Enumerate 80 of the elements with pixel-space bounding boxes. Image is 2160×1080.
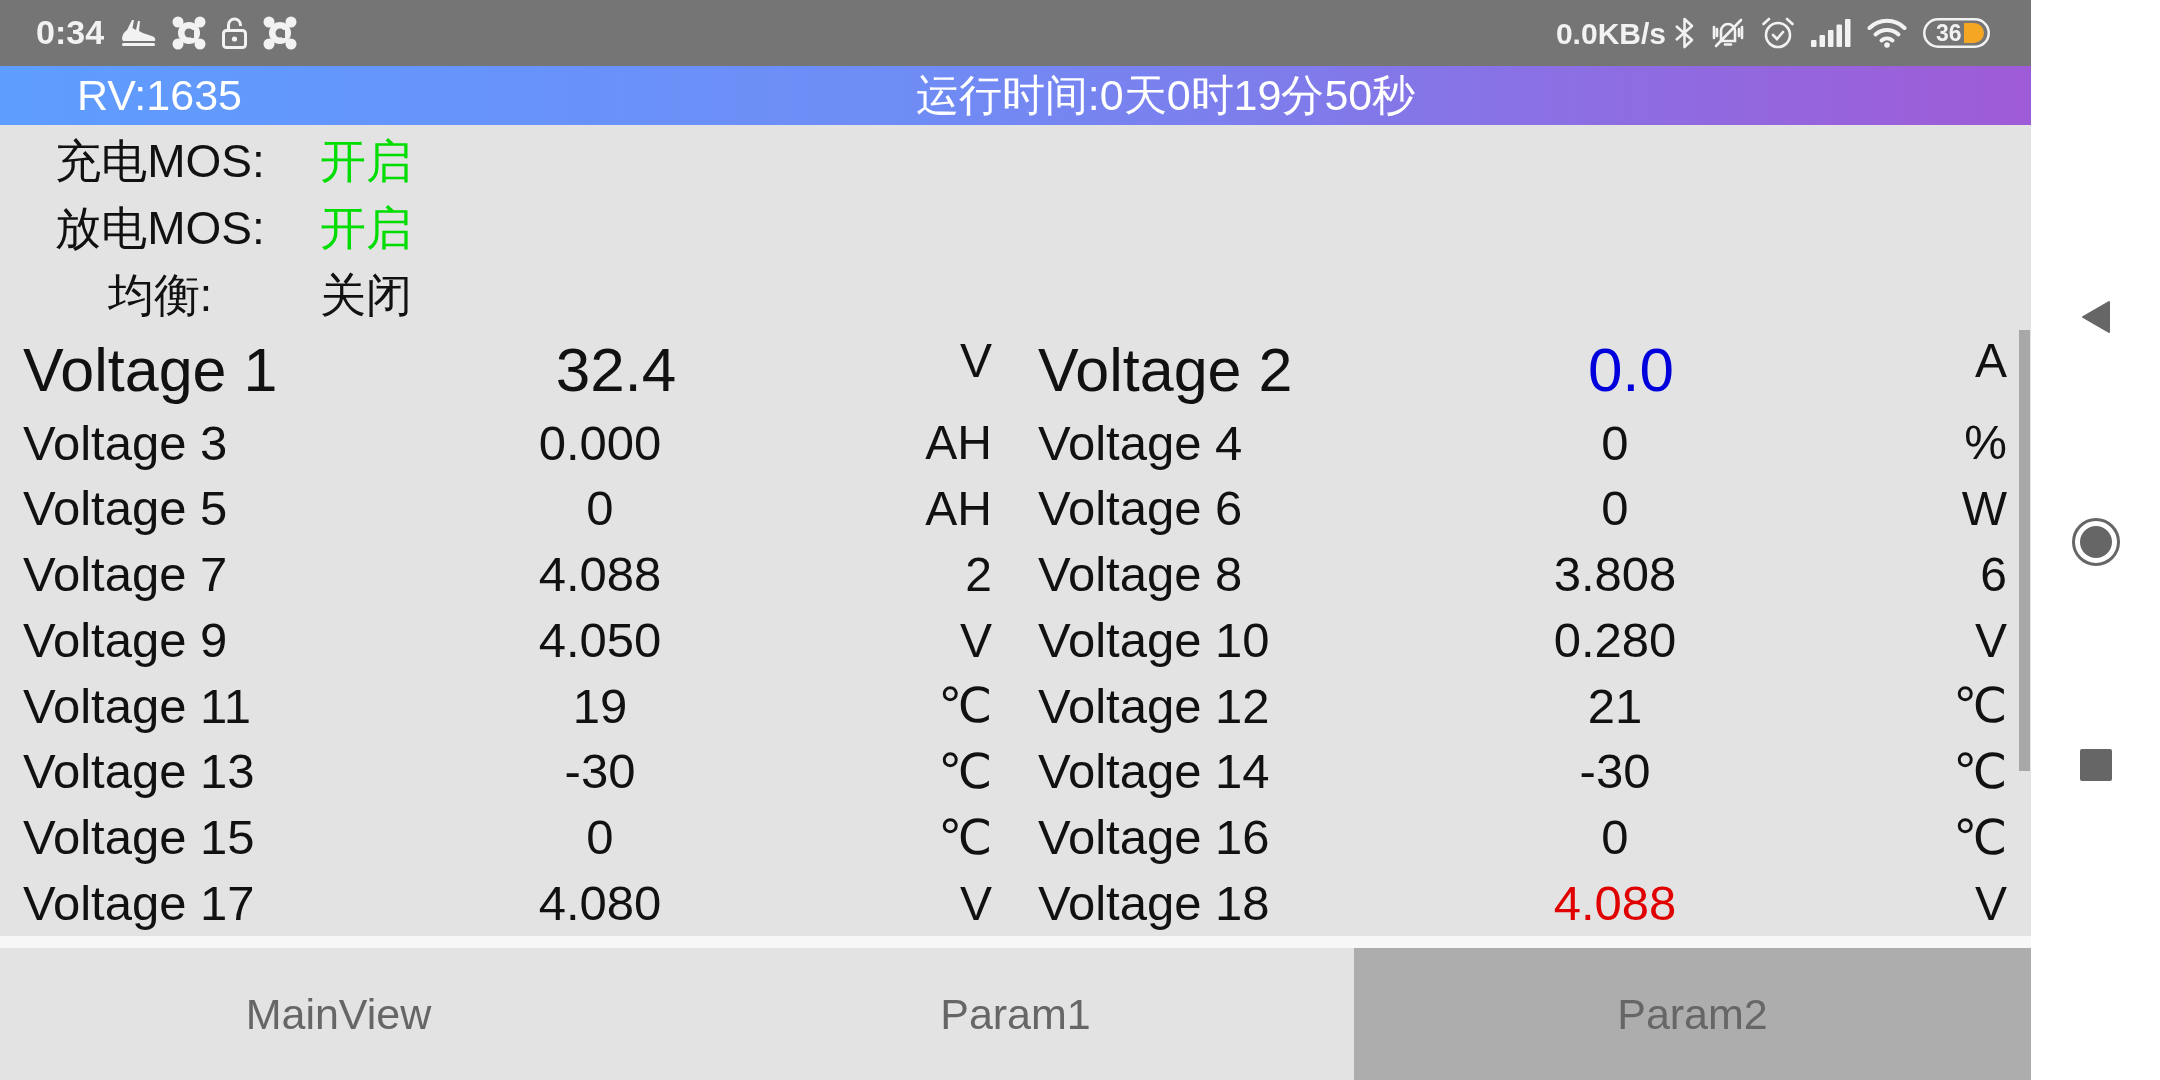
status-label: 充电MOS: [55, 135, 265, 188]
status-value: 关闭 [320, 269, 412, 322]
reading-value: 32.4 [555, 334, 677, 406]
reading-value: -30 [1579, 743, 1651, 800]
run-time-label: 运行时间:0天0时19分50秒 [915, 70, 1416, 121]
reading-label: Voltage 15 [23, 809, 255, 866]
reading-unit: ℃ [1953, 678, 2007, 734]
recents-icon[interactable] [2079, 749, 2112, 781]
reading-label: Voltage 9 [23, 611, 228, 669]
reading-unit: AH [925, 481, 992, 537]
reading-unit: V [1975, 875, 2007, 931]
reading-value: -30 [564, 743, 636, 800]
reading-unit: V [960, 612, 992, 668]
status-value: 开启 [320, 135, 412, 188]
home-icon[interactable] [2071, 518, 2120, 566]
reading-unit: V [960, 875, 992, 931]
reading-unit: ℃ [938, 678, 992, 734]
reading-label: Voltage 17 [23, 874, 255, 932]
reading-unit: 6 [1980, 546, 2007, 602]
reading-unit: A [1975, 333, 2007, 389]
reading-label: Voltage 6 [1038, 480, 1243, 537]
reading-value: 0 [1601, 480, 1629, 537]
battery-icon [1923, 18, 1990, 48]
reading-unit: ℃ [938, 809, 992, 865]
reading-label: Voltage 11 [23, 677, 251, 735]
blob-icon [172, 16, 207, 50]
reading-value: 4.080 [538, 874, 662, 932]
reading-value: 4.050 [538, 611, 662, 669]
reading-label: Voltage 3 [23, 414, 228, 472]
scrollbar-thumb[interactable] [2019, 330, 2030, 771]
reading-unit: % [1964, 415, 2007, 471]
blob-icon [263, 16, 298, 50]
reading-value: 0 [1601, 809, 1629, 866]
reading-label: Voltage 12 [1038, 677, 1270, 735]
tab[interactable]: Param2 [1354, 948, 2031, 1080]
reading-value: 3.808 [1553, 546, 1677, 603]
bluetooth-icon [1674, 17, 1695, 49]
back-icon[interactable] [2079, 299, 2112, 335]
reading-label: Voltage 13 [23, 743, 255, 800]
reading-unit: 2 [965, 546, 992, 602]
status-label: 均衡: [107, 269, 213, 322]
reading-unit: V [960, 333, 992, 389]
reading-value: 0.280 [1553, 611, 1677, 669]
clock-time: 0:34 [36, 14, 105, 52]
reading-label: Voltage 5 [23, 480, 228, 537]
reading-value: 0.000 [538, 414, 662, 472]
reading-unit: ℃ [1953, 744, 2007, 800]
reading-unit: AH [925, 415, 992, 471]
reading-value: 19 [572, 677, 628, 735]
signal-icon [1811, 19, 1851, 47]
reading-label: Voltage 8 [1038, 546, 1243, 603]
reading-value: 0 [586, 809, 614, 866]
reading-value: 4.088 [538, 546, 662, 603]
reading-unit: ℃ [938, 744, 992, 800]
reading-value: 0 [1601, 414, 1629, 472]
reading-label: Voltage 7 [23, 546, 228, 603]
reading-value: 0 [586, 480, 614, 537]
wifi-icon [1867, 18, 1907, 48]
network-speed: 0.0KB/s [1555, 16, 1666, 50]
reading-value: 4.088 [1553, 874, 1677, 932]
alarm-clock-icon [1761, 16, 1795, 50]
padlock-icon [222, 17, 248, 49]
status-label: 放电MOS: [55, 202, 265, 255]
status-value: 开启 [320, 202, 412, 255]
reading-label: Voltage 18 [1038, 874, 1270, 932]
reading-label: Voltage 16 [1038, 809, 1270, 866]
sneaker-icon [120, 18, 157, 48]
reading-label: Voltage 1 [23, 334, 278, 406]
reading-unit: W [1961, 481, 2007, 537]
reading-unit: V [1975, 612, 2007, 668]
reading-label: Voltage 4 [1038, 414, 1243, 472]
reading-label: Voltage 10 [1038, 611, 1270, 669]
bell-off-icon [1711, 17, 1745, 49]
reading-label: Voltage 2 [1038, 334, 1293, 406]
battery-percent: 36 [1936, 22, 1962, 45]
reading-value: 0.0 [1587, 334, 1675, 406]
reading-unit: ℃ [1953, 809, 2007, 865]
reading-value: 21 [1587, 677, 1643, 735]
reading-label: Voltage 14 [1038, 743, 1270, 800]
version-label: RV:1635 [77, 70, 242, 119]
